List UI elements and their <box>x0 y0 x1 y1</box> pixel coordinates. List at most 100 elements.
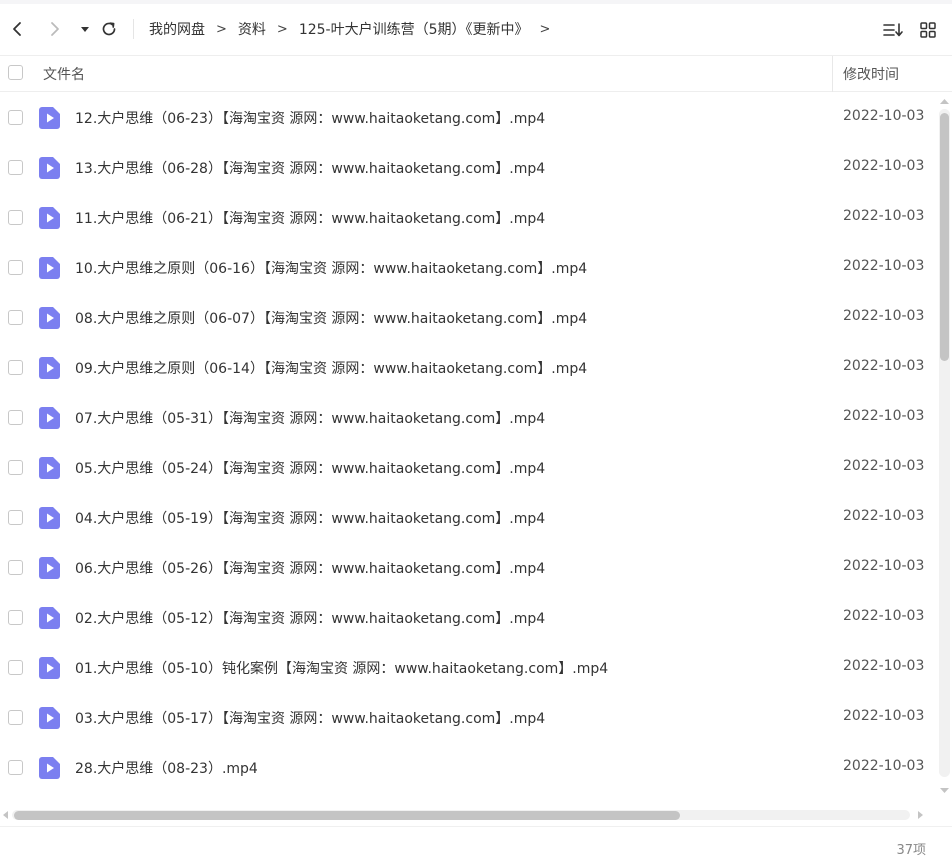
grid-view-icon <box>920 22 936 38</box>
file-name[interactable]: 04.大户思维（05-19）【海淘宝资 源网：www.haitaoketang.… <box>75 508 545 528</box>
file-modified-time: 2022-10-03 ( <box>843 358 925 374</box>
row-checkbox[interactable] <box>8 210 23 225</box>
file-modified-time: 2022-10-03 ( <box>843 308 925 324</box>
breadcrumb-item-root[interactable]: 我的网盘 <box>149 19 205 39</box>
list-header: 文件名 修改时间 <box>0 56 952 92</box>
video-file-icon <box>39 357 60 379</box>
file-name[interactable]: 08.大户思维之原则（06-07）【海淘宝资 源网：www.haitaoketa… <box>75 308 587 328</box>
file-row[interactable]: 04.大户思维（05-19）【海淘宝资 源网：www.haitaoketang.… <box>0 493 938 543</box>
file-name[interactable]: 07.大户思维（05-31）【海淘宝资 源网：www.haitaoketang.… <box>75 408 545 428</box>
file-name[interactable]: 12.大户思维（06-23）【海淘宝资 源网：www.haitaoketang.… <box>75 108 545 128</box>
video-file-icon <box>39 207 60 229</box>
file-name[interactable]: 05.大户思维（05-24）【海淘宝资 源网：www.haitaoketang.… <box>75 458 545 478</box>
file-modified-time: 2022-10-03 ( <box>843 608 925 624</box>
sort-list-icon <box>883 23 903 37</box>
row-checkbox[interactable] <box>8 710 23 725</box>
file-row[interactable]: 03.大户思维（05-17）【海淘宝资 源网：www.haitaoketang.… <box>0 693 938 743</box>
scroll-up-arrow-icon[interactable] <box>939 97 950 105</box>
row-checkbox[interactable] <box>8 760 23 775</box>
file-row[interactable]: 06.大户思维（05-26）【海淘宝资 源网：www.haitaoketang.… <box>0 543 938 593</box>
file-name[interactable]: 01.大户思维（05-10）钝化案例【海淘宝资 源网：www.haitaoket… <box>75 658 608 678</box>
row-checkbox[interactable] <box>8 610 23 625</box>
refresh-icon <box>102 22 116 36</box>
horizontal-scroll-thumb[interactable] <box>14 811 680 820</box>
row-checkbox[interactable] <box>8 110 23 125</box>
scroll-down-arrow-icon[interactable] <box>939 787 950 795</box>
scroll-left-arrow-icon[interactable] <box>1 810 9 820</box>
file-row[interactable]: 08.大户思维之原则（06-07）【海淘宝资 源网：www.haitaoketa… <box>0 293 938 343</box>
file-row[interactable]: 09.大户思维之原则（06-14）【海淘宝资 源网：www.haitaoketa… <box>0 343 938 393</box>
file-row[interactable]: 07.大户思维（05-31）【海淘宝资 源网：www.haitaoketang.… <box>0 393 938 443</box>
forward-button[interactable] <box>44 18 66 40</box>
row-checkbox[interactable] <box>8 460 23 475</box>
file-name[interactable]: 06.大户思维（05-26）【海淘宝资 源网：www.haitaoketang.… <box>75 558 545 578</box>
breadcrumb-expand-button[interactable]: > <box>540 22 551 37</box>
video-file-icon <box>39 307 60 329</box>
chevron-left-icon <box>13 22 21 36</box>
file-row[interactable]: 13.大户思维（06-28）【海淘宝资 源网：www.haitaoketang.… <box>0 143 938 193</box>
file-modified-time: 2022-10-03 ( <box>843 708 925 724</box>
item-count: 37项 <box>896 843 926 858</box>
sort-button[interactable] <box>881 18 905 42</box>
vertical-scrollbar[interactable] <box>937 93 952 799</box>
row-checkbox[interactable] <box>8 360 23 375</box>
breadcrumb: 我的网盘 > 资料 > 125-叶大户训练营（5期）《更新中》 > <box>149 18 561 40</box>
chevron-right-icon <box>51 22 59 36</box>
row-checkbox[interactable] <box>8 260 23 275</box>
file-name[interactable]: 13.大户思维（06-28）【海淘宝资 源网：www.haitaoketang.… <box>75 158 545 178</box>
file-name[interactable]: 28.大户思维（08-23）.mp4 <box>75 758 258 778</box>
view-mode-button[interactable] <box>916 18 940 42</box>
toolbar-divider <box>133 19 134 39</box>
file-row[interactable]: 01.大户思维（05-10）钝化案例【海淘宝资 源网：www.haitaoket… <box>0 643 938 693</box>
video-file-icon <box>39 157 60 179</box>
file-name[interactable]: 11.大户思维（06-21）【海淘宝资 源网：www.haitaoketang.… <box>75 208 545 228</box>
row-checkbox[interactable] <box>8 410 23 425</box>
row-checkbox[interactable] <box>8 160 23 175</box>
status-bar: 37项 <box>0 826 952 865</box>
refresh-button[interactable] <box>98 18 120 40</box>
toolbar: 我的网盘 > 资料 > 125-叶大户训练营（5期）《更新中》 > <box>0 0 952 56</box>
select-all-checkbox[interactable] <box>8 65 23 80</box>
breadcrumb-item-current-folder[interactable]: 125-叶大户训练营（5期）《更新中》 <box>299 19 529 39</box>
video-file-icon <box>39 657 60 679</box>
row-checkbox[interactable] <box>8 560 23 575</box>
video-file-icon <box>39 507 60 529</box>
caret-down-icon <box>81 27 89 32</box>
back-button[interactable] <box>6 18 28 40</box>
video-file-icon <box>39 607 60 629</box>
file-row[interactable]: 05.大户思维（05-24）【海淘宝资 源网：www.haitaoketang.… <box>0 443 938 493</box>
column-header-modified-time[interactable]: 修改时间 <box>843 64 899 84</box>
file-row[interactable]: 02.大户思维（05-12）【海淘宝资 源网：www.haitaoketang.… <box>0 593 938 643</box>
file-modified-time: 2022-10-03 ( <box>843 408 925 424</box>
column-header-name[interactable]: 文件名 <box>43 64 85 84</box>
file-modified-time: 2022-10-03 ( <box>843 558 925 574</box>
file-modified-time: 2022-10-03 ( <box>843 258 925 274</box>
video-file-icon <box>39 707 60 729</box>
vertical-scroll-thumb[interactable] <box>940 113 949 361</box>
file-name[interactable]: 02.大户思维（05-12）【海淘宝资 源网：www.haitaoketang.… <box>75 608 545 628</box>
column-resize-handle[interactable] <box>832 56 833 92</box>
breadcrumb-separator: > <box>216 21 227 37</box>
row-checkbox[interactable] <box>8 660 23 675</box>
video-file-icon <box>39 457 60 479</box>
horizontal-scrollbar[interactable] <box>0 806 937 822</box>
breadcrumb-separator: > <box>276 21 288 37</box>
history-dropdown-button[interactable] <box>74 18 96 40</box>
video-file-icon <box>39 557 60 579</box>
row-checkbox[interactable] <box>8 310 23 325</box>
file-name[interactable]: 09.大户思维之原则（06-14）【海淘宝资 源网：www.haitaoketa… <box>75 358 587 378</box>
file-modified-time: 2022-10-03 ( <box>843 108 925 124</box>
file-row[interactable]: 10.大户思维之原则（06-16）【海淘宝资 源网：www.haitaoketa… <box>0 243 938 293</box>
file-row[interactable]: 11.大户思维（06-21）【海淘宝资 源网：www.haitaoketang.… <box>0 193 938 243</box>
file-name[interactable]: 10.大户思维之原则（06-16）【海淘宝资 源网：www.haitaoketa… <box>75 258 587 278</box>
video-file-icon <box>39 757 60 779</box>
file-name[interactable]: 03.大户思维（05-17）【海淘宝资 源网：www.haitaoketang.… <box>75 708 545 728</box>
row-checkbox[interactable] <box>8 510 23 525</box>
file-modified-time: 2022-10-03 ( <box>843 208 925 224</box>
file-row[interactable]: 28.大户思维（08-23）.mp4 2022-10-03 ( <box>0 743 938 793</box>
video-file-icon <box>39 407 60 429</box>
scroll-right-arrow-icon[interactable] <box>917 810 925 820</box>
breadcrumb-item-materials[interactable]: 资料 <box>238 19 266 39</box>
file-row[interactable]: 12.大户思维（06-23）【海淘宝资 源网：www.haitaoketang.… <box>0 93 938 143</box>
file-list: 12.大户思维（06-23）【海淘宝资 源网：www.haitaoketang.… <box>0 93 938 799</box>
